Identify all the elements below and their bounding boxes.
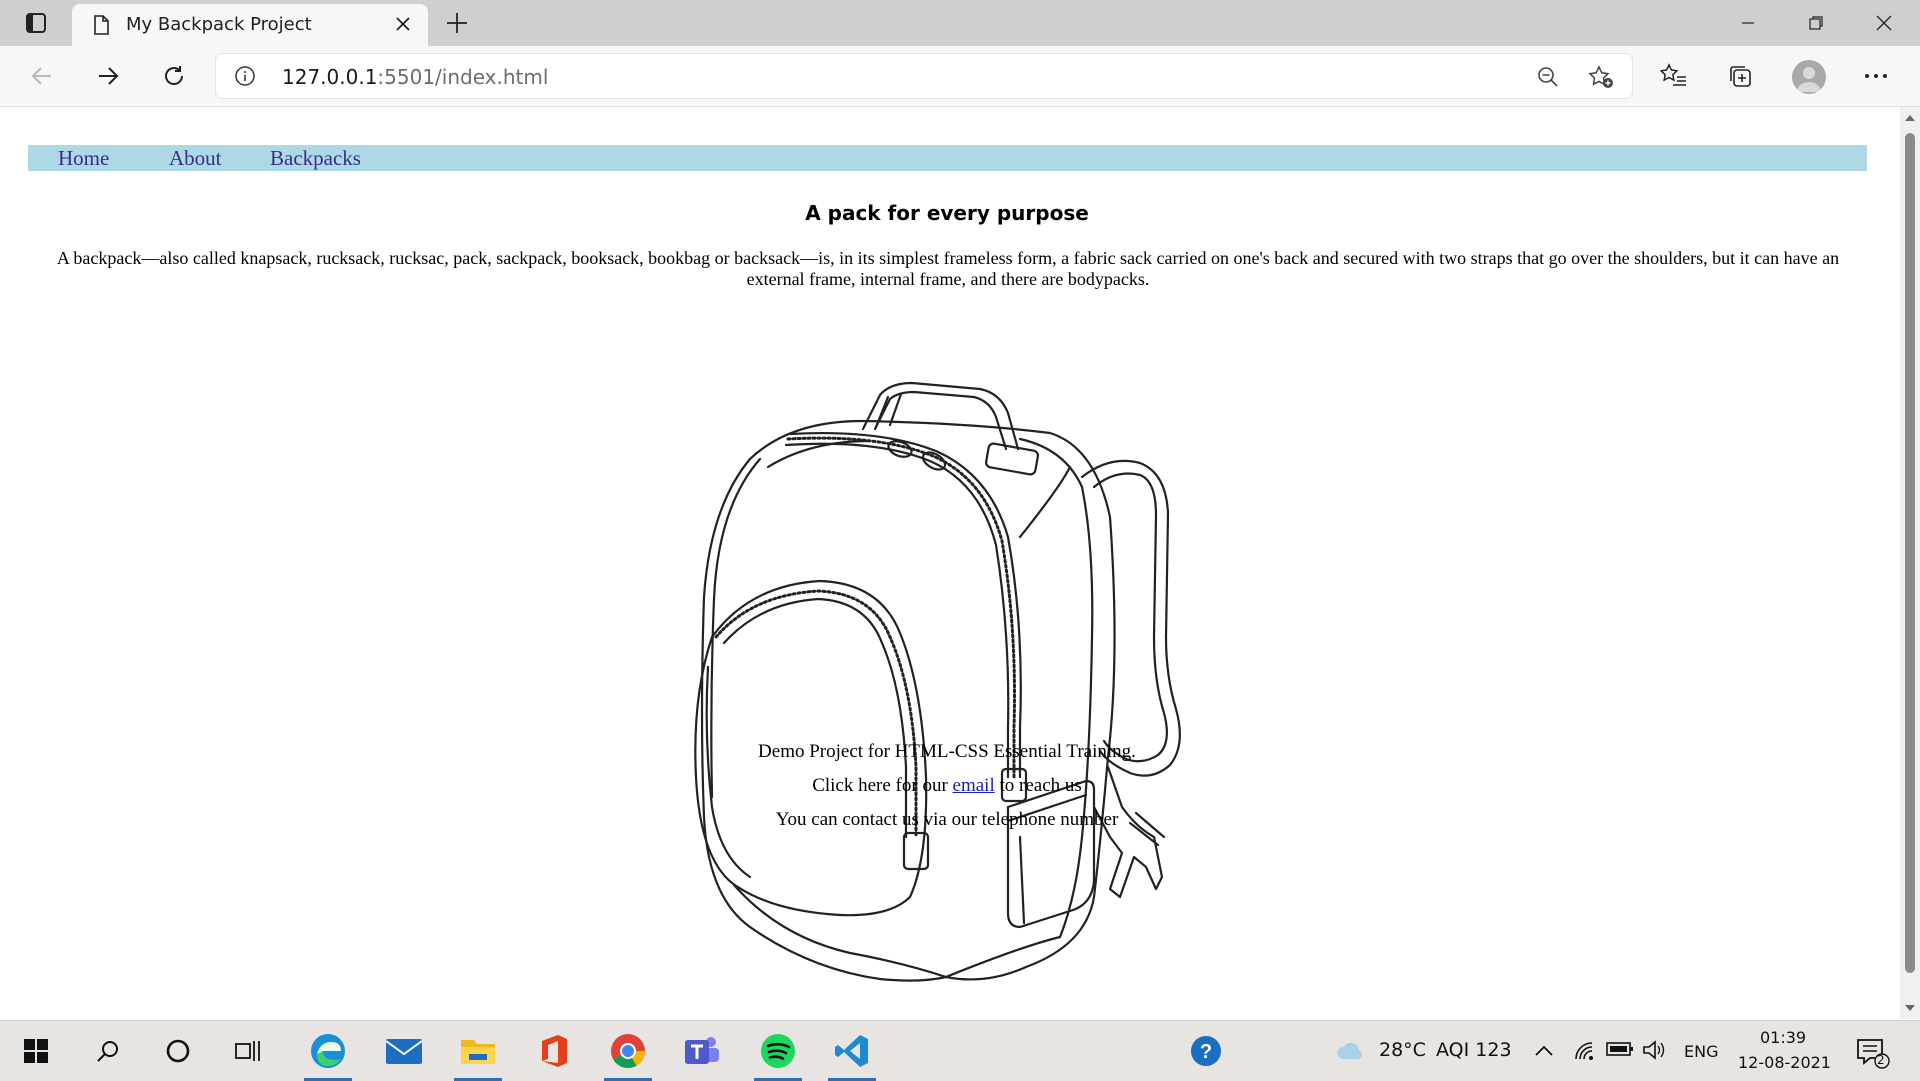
forward-arrow-icon [99, 67, 119, 85]
windows-logo-icon [24, 1039, 48, 1063]
browser-toolbar: 127.0.0.1:5501/index.html [0, 46, 1920, 107]
browser-title-bar: My Backpack Project [0, 0, 1920, 46]
svg-text:?: ? [1200, 1041, 1212, 1063]
help-app[interactable]: ? [1176, 1021, 1236, 1081]
refresh-icon [165, 66, 184, 85]
office-app[interactable] [524, 1021, 584, 1081]
favorites-button[interactable] [1656, 58, 1692, 94]
spotify-icon [761, 1034, 795, 1068]
mail-icon [385, 1039, 423, 1064]
page-icon [94, 15, 109, 35]
address-bar[interactable]: 127.0.0.1:5501/index.html [216, 54, 1632, 98]
weather-cloud-icon[interactable] [1336, 1039, 1366, 1063]
collections-button[interactable] [1722, 58, 1758, 94]
notification-count: 2 [1877, 1053, 1885, 1067]
teams-icon [685, 1037, 719, 1064]
email-suffix: to reach us [994, 775, 1082, 796]
email-prefix: Click here for our [812, 775, 953, 796]
phone-text: You can contact us via our telephone num… [775, 809, 1119, 830]
restore-icon [1809, 16, 1823, 30]
search-button[interactable] [78, 1021, 138, 1081]
demo-project-text: Demo Project for HTML-CSS Essential Trai… [758, 741, 1136, 762]
nav-link-backpacks[interactable]: Backpacks [270, 146, 361, 171]
help-icon: ? [1191, 1036, 1221, 1066]
start-button[interactable] [6, 1021, 66, 1081]
minimize-icon [1742, 22, 1754, 24]
battery-icon[interactable] [1606, 1041, 1634, 1057]
back-button[interactable] [24, 58, 60, 94]
close-window-icon [1876, 15, 1892, 31]
zoom-out-icon[interactable] [1536, 65, 1560, 89]
teams-app[interactable] [672, 1021, 732, 1081]
scroll-thumb[interactable] [1905, 133, 1915, 973]
weather-temp[interactable]: 28°C [1379, 1039, 1426, 1061]
file-explorer-app[interactable] [448, 1021, 508, 1081]
search-icon [97, 1041, 118, 1062]
tab-actions-icon [26, 13, 46, 33]
url-text: 127.0.0.1:5501/index.html [282, 65, 548, 89]
wifi-icon[interactable] [1572, 1039, 1596, 1061]
more-dots-icon [1865, 74, 1887, 78]
restore-button[interactable] [1782, 0, 1850, 46]
close-window-button[interactable] [1850, 0, 1918, 46]
back-arrow-icon [31, 67, 51, 85]
tab-actions-button[interactable] [14, 8, 58, 38]
collections-icon [1730, 66, 1751, 87]
forward-button[interactable] [90, 58, 126, 94]
close-tab-icon[interactable] [392, 13, 414, 35]
clock-date[interactable]: 12-08-2021 [1738, 1053, 1831, 1072]
vscode-icon [835, 1035, 868, 1067]
spotify-app[interactable] [748, 1021, 808, 1081]
tab-title: My Backpack Project [126, 14, 312, 35]
nav-link-about[interactable]: About [169, 146, 222, 171]
profile-avatar[interactable] [1792, 60, 1826, 94]
refresh-button[interactable] [156, 58, 192, 94]
nav-link-home[interactable]: Home [58, 146, 109, 171]
task-view-icon [235, 1041, 260, 1061]
chevron-up-icon[interactable] [1534, 1043, 1554, 1057]
active-tab[interactable]: My Backpack Project [72, 4, 428, 46]
cortana-circle-icon [166, 1039, 190, 1063]
backpack-image [694, 381, 1181, 982]
language-indicator[interactable]: ENG [1684, 1042, 1718, 1061]
notification-icon[interactable] [1856, 1037, 1890, 1069]
scroll-down-arrow-icon[interactable] [1904, 1003, 1916, 1013]
site-nav: Home About Backpacks [28, 145, 1867, 171]
chrome-icon [611, 1034, 645, 1068]
aqi-text[interactable]: AQI 123 [1436, 1039, 1512, 1061]
windows-taskbar: ? 28°C AQI 123 ENG 01:39 12-08-2021 2 [0, 1020, 1920, 1081]
favorites-list-icon [1660, 63, 1686, 86]
page-viewport: Home About Backpacks A pack for every pu… [0, 107, 1900, 1019]
page-scrollbar[interactable] [1900, 107, 1920, 1019]
mail-app[interactable] [374, 1021, 434, 1081]
email-link[interactable]: email [953, 775, 995, 796]
page-heading: A pack for every purpose [805, 201, 1089, 225]
folder-icon [461, 1040, 495, 1064]
chrome-app[interactable] [598, 1021, 658, 1081]
intro-paragraph: A backpack—also called knapsack, rucksac… [56, 248, 1840, 289]
cortana-button[interactable] [148, 1021, 208, 1081]
office-icon [542, 1035, 567, 1067]
add-favorite-icon[interactable] [1588, 65, 1614, 89]
minimize-button[interactable] [1714, 0, 1782, 46]
settings-menu-button[interactable] [1858, 58, 1894, 94]
url-path: :5501/index.html [377, 65, 549, 89]
vscode-app[interactable] [822, 1021, 882, 1081]
scroll-up-arrow-icon[interactable] [1904, 113, 1916, 123]
clock-time[interactable]: 01:39 [1760, 1028, 1806, 1047]
edge-browser-icon [311, 1034, 345, 1068]
site-info-icon[interactable] [234, 65, 256, 87]
volume-icon[interactable] [1642, 1039, 1666, 1061]
new-tab-icon[interactable] [442, 8, 472, 38]
edge-app[interactable] [298, 1021, 358, 1081]
person-icon [1797, 67, 1821, 92]
url-host: 127.0.0.1 [282, 65, 378, 89]
email-line: Click here for our email to reach us [0, 775, 1894, 797]
task-view-button[interactable] [218, 1021, 278, 1081]
